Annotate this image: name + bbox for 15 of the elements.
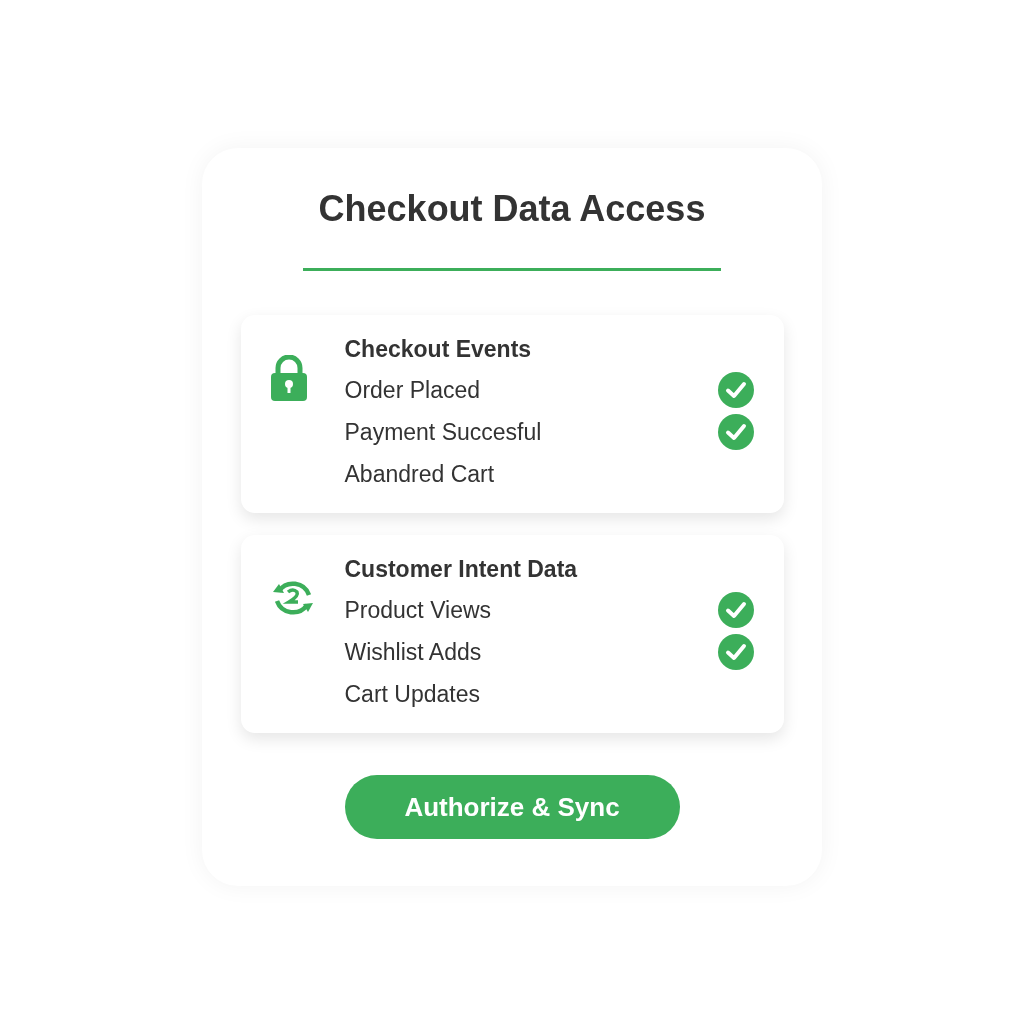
check-icon[interactable]: [717, 414, 754, 450]
authorize-button[interactable]: Authorize & Sync: [344, 775, 680, 839]
permission-label: Abandred Cart: [344, 460, 495, 488]
panel-title: Checkout Data Access: [318, 188, 706, 230]
check-icon[interactable]: [717, 372, 754, 408]
permission-label: Cart Updates: [344, 680, 480, 708]
section-heading: Checkout Events: [344, 335, 533, 364]
permission-label: Order Placed: [344, 376, 480, 404]
permission-label: Wishlist Adds: [344, 638, 482, 666]
check-icon[interactable]: [717, 592, 754, 628]
permission-label: Payment Succesful: [344, 418, 542, 446]
section-heading: Customer Intent Data: [344, 555, 579, 584]
permission-label: Product Views: [344, 596, 492, 624]
check-icon[interactable]: [717, 634, 754, 670]
padlock-icon: [268, 355, 309, 401]
